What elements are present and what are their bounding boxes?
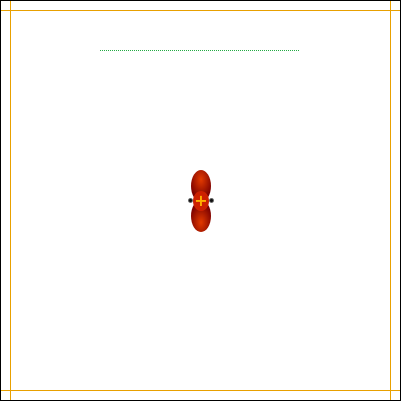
left-guide-line [10, 1, 11, 400]
drawing-canvas[interactable]: + [0, 0, 401, 401]
dotted-ruler-line [100, 50, 299, 51]
right-guide-line [390, 1, 391, 400]
left-resize-handle[interactable] [188, 198, 193, 203]
bottom-guide-line [1, 390, 400, 391]
crosshair-icon: + [194, 191, 208, 210]
top-guide-line [1, 10, 400, 11]
right-resize-handle[interactable] [209, 198, 214, 203]
